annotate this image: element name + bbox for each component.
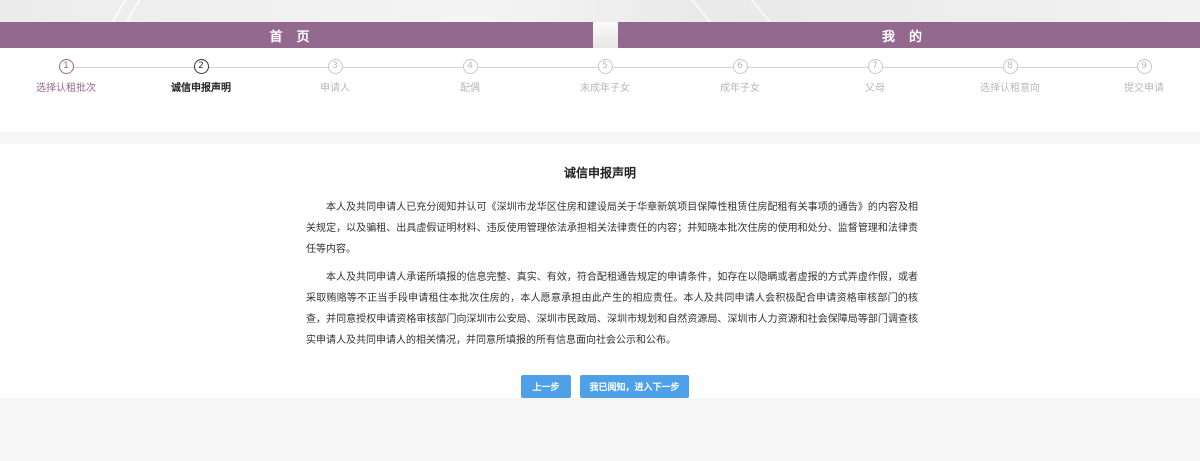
step-number-circle: 6 <box>732 59 748 74</box>
step-number-circle: 4 <box>462 59 478 74</box>
step-label: 父母 <box>865 83 885 94</box>
step-integrity-declaration: 2 诚信申报声明 <box>141 59 261 94</box>
step-applicant: 3 申请人 <box>275 59 395 94</box>
banner-streak <box>111 0 127 22</box>
step-label: 成年子女 <box>720 83 760 94</box>
step-label: 选择认租批次 <box>36 83 96 94</box>
top-banner-background <box>0 0 1200 22</box>
step-label: 未成年子女 <box>580 83 630 94</box>
step-adult-children: 6 成年子女 <box>680 59 800 94</box>
banner-streak <box>690 0 712 22</box>
banner-streak <box>125 0 141 22</box>
nav-divider <box>593 22 618 48</box>
step-select-batch: 1 选择认租批次 <box>6 59 126 94</box>
step-number-circle: 7 <box>867 59 883 74</box>
progress-steps: 1 选择认租批次 2 诚信申报声明 3 申请人 4 配偶 5 未成年子女 6 成… <box>0 48 1200 132</box>
step-label: 选择认租意向 <box>980 83 1040 94</box>
step-number-circle: 1 <box>58 59 74 74</box>
declaration-paragraph-1: 本人及共同申请人已充分阅知并认可《深圳市龙华区住房和建设局关于华章新筑项目保障性… <box>306 202 918 255</box>
declaration-panel: 诚信申报声明 本人及共同申请人已充分阅知并认可《深圳市龙华区住房和建设局关于华章… <box>0 144 1200 398</box>
step-submit-application: 9 提交申请 <box>1084 59 1200 94</box>
banner-streak <box>750 0 772 22</box>
nav-home-label: 首页 <box>269 29 324 45</box>
step-select-intention: 8 选择认租意向 <box>950 59 1070 94</box>
step-number-circle: 2 <box>193 59 209 74</box>
page-title: 诚信申报声明 <box>563 166 636 180</box>
step-number-circle: 8 <box>1002 59 1018 74</box>
step-label: 申请人 <box>320 83 350 94</box>
nav-mine-label: 我的 <box>881 29 936 45</box>
step-label: 提交申请 <box>1124 83 1164 94</box>
step-minor-children: 5 未成年子女 <box>545 59 665 94</box>
step-number-circle: 5 <box>597 59 613 74</box>
previous-step-button[interactable]: 上一步 <box>521 375 571 398</box>
step-spouse: 4 配偶 <box>410 59 530 94</box>
acknowledge-next-button[interactable]: 我已阅知，进入下一步 <box>580 375 689 398</box>
declaration-paragraph-2: 本人及共同申请人承诺所填报的信息完整、真实、有效，符合配租通告规定的申请条件，如… <box>306 272 918 346</box>
step-parents: 7 父母 <box>815 59 935 94</box>
nav-mine[interactable]: 我的 <box>618 22 1200 48</box>
nav-home[interactable]: 首页 <box>0 22 593 48</box>
step-number-circle: 3 <box>327 59 343 74</box>
step-label: 诚信申报声明 <box>171 83 231 94</box>
step-number-circle: 9 <box>1136 59 1152 74</box>
step-label: 配偶 <box>460 83 480 94</box>
